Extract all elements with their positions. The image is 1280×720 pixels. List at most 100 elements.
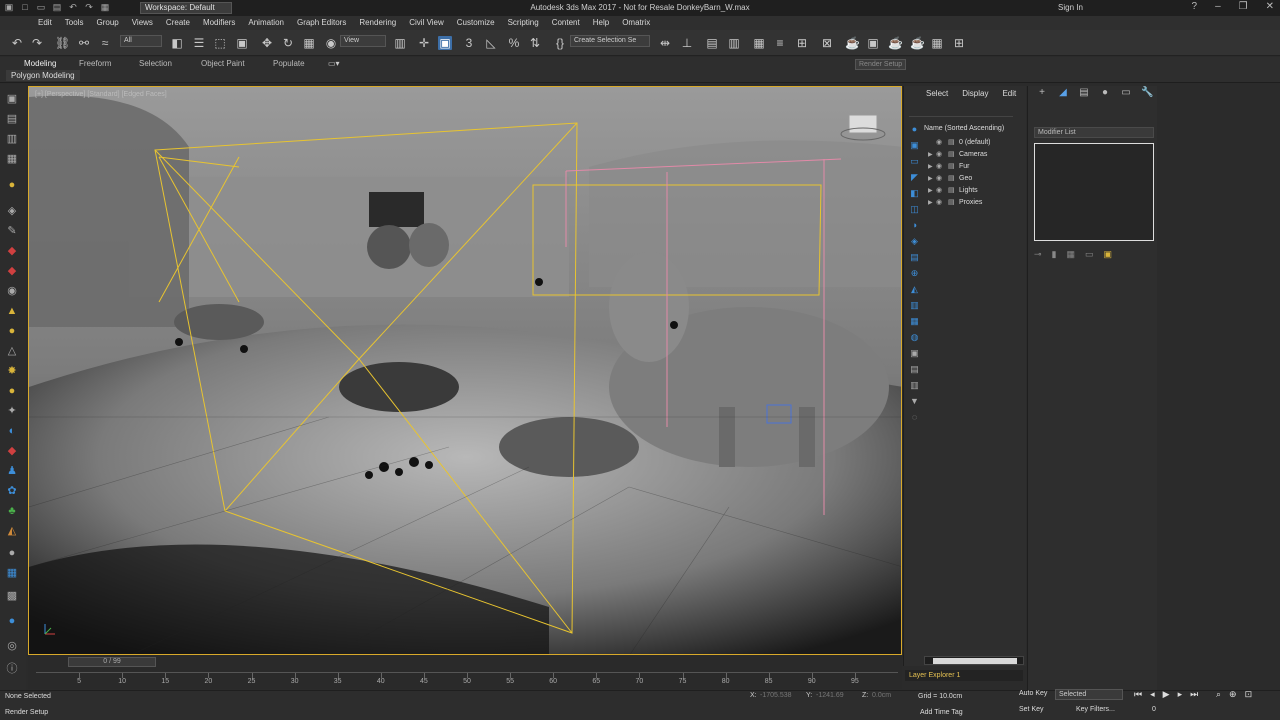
- go-to-end-icon[interactable]: ⏭: [1190, 689, 1198, 700]
- key-mode-dropdown[interactable]: Selected: [1055, 689, 1123, 700]
- menu-group[interactable]: Group: [96, 16, 118, 30]
- container-filter-icon[interactable]: ▥: [909, 300, 920, 311]
- tab-modeling[interactable]: Modeling: [24, 59, 56, 70]
- render-in-cloud-icon[interactable]: ▦: [930, 36, 944, 50]
- window-crossing-icon[interactable]: ▣: [235, 36, 249, 50]
- display-all-icon[interactable]: ▣: [909, 140, 920, 151]
- character-icon[interactable]: ♟: [5, 464, 19, 478]
- menu-tools[interactable]: Tools: [65, 16, 84, 30]
- tab-populate[interactable]: Populate: [273, 59, 305, 70]
- reference-coordinate-dropdown[interactable]: View: [340, 35, 386, 47]
- unlink-icon[interactable]: ⚯: [77, 36, 91, 50]
- expand-arrow-icon[interactable]: ▶: [928, 149, 933, 161]
- light-filter-icon[interactable]: ◧: [909, 188, 920, 199]
- sign-in-link[interactable]: Sign In: [1058, 3, 1083, 12]
- spacewarp-icon[interactable]: ✸: [5, 364, 19, 378]
- visibility-eye-icon[interactable]: ◉: [936, 149, 942, 161]
- modify-icon[interactable]: ▤: [5, 112, 19, 126]
- menu-views[interactable]: Views: [132, 16, 153, 30]
- render-iterative-icon[interactable]: ☕: [910, 36, 925, 50]
- sort-icon[interactable]: ▤: [909, 364, 920, 375]
- schematic-view-icon[interactable]: ⊞: [795, 36, 809, 50]
- grid-icon[interactable]: ▩: [5, 589, 19, 603]
- spacewarp-filter-icon[interactable]: ◈: [909, 236, 920, 247]
- region-select-icon[interactable]: ⬚: [213, 36, 227, 50]
- pin-stack-icon[interactable]: ⊸: [1034, 249, 1042, 260]
- motion-icon[interactable]: ▦: [5, 152, 19, 166]
- helper-icon[interactable]: △: [5, 344, 19, 358]
- named-selection-set-dropdown[interactable]: Create Selection Se: [570, 35, 650, 47]
- frozen-filter-icon[interactable]: ▦: [909, 316, 920, 327]
- zoom-all-icon[interactable]: ⊕: [1229, 689, 1237, 700]
- layer-row[interactable]: ▶ ◉ ▤ Proxies: [924, 197, 1024, 209]
- group-filter-icon[interactable]: ▤: [909, 252, 920, 263]
- menu-omatrix[interactable]: Omatrix: [622, 16, 650, 30]
- keyboard-shortcut-icon[interactable]: ▣: [438, 36, 452, 50]
- hidden-filter-icon[interactable]: ◍: [909, 332, 920, 343]
- hierarchy-tab-icon[interactable]: ▤: [1078, 87, 1090, 98]
- lock-icon[interactable]: ◌: [909, 412, 920, 423]
- menu-edit[interactable]: Edit: [38, 16, 52, 30]
- light-icon[interactable]: ▲: [5, 304, 19, 318]
- hierarchy-icon[interactable]: ▥: [5, 132, 19, 146]
- tab-select[interactable]: Select: [926, 89, 948, 98]
- tab-display[interactable]: Display: [962, 89, 988, 98]
- effect-icon[interactable]: ◆: [5, 264, 19, 278]
- next-frame-icon[interactable]: ▸: [1178, 689, 1183, 700]
- scene-search-field[interactable]: [909, 106, 1013, 117]
- a360-gallery-icon[interactable]: ⊞: [952, 36, 966, 50]
- x-coordinate[interactable]: -1705.538: [760, 692, 792, 699]
- layer-toggle-icon[interactable]: ▣: [909, 348, 920, 359]
- sun-icon[interactable]: ●: [5, 178, 19, 192]
- cloth-icon[interactable]: ◆: [5, 444, 19, 458]
- scrollbar-thumb[interactable]: [933, 658, 1017, 664]
- redo-icon[interactable]: ↷: [30, 36, 44, 50]
- help-icon[interactable]: ?: [1192, 1, 1198, 12]
- tab-edit[interactable]: Edit: [1002, 89, 1016, 98]
- go-to-start-icon[interactable]: ⏮: [1134, 689, 1142, 700]
- modifier-list-dropdown[interactable]: Modifier List: [1034, 127, 1154, 138]
- utilities-tab-icon[interactable]: 🔧: [1141, 87, 1153, 98]
- pivot-center-icon[interactable]: ▥: [393, 36, 407, 50]
- current-frame-field[interactable]: 0: [1152, 706, 1156, 717]
- visibility-eye-icon[interactable]: ◉: [936, 173, 942, 185]
- script-icon[interactable]: ●: [5, 614, 19, 628]
- zoom-extents-icon[interactable]: ⊡: [1245, 689, 1253, 700]
- menu-animation[interactable]: Animation: [248, 16, 284, 30]
- expand-arrow-icon[interactable]: ▶: [928, 197, 933, 209]
- bone-filter-icon[interactable]: ◭: [909, 284, 920, 295]
- sphere-icon[interactable]: ●: [5, 546, 19, 560]
- mirror-icon[interactable]: ⇹: [658, 36, 672, 50]
- angle-snap-icon[interactable]: ◺: [484, 36, 498, 50]
- terrain-icon[interactable]: ◭: [5, 524, 19, 538]
- visibility-eye-icon[interactable]: ◉: [936, 137, 942, 149]
- menu-scripting[interactable]: Scripting: [508, 16, 539, 30]
- menu-content[interactable]: Content: [552, 16, 580, 30]
- tab-selection[interactable]: Selection: [139, 59, 172, 70]
- geometry-filter-icon[interactable]: ▭: [909, 156, 920, 167]
- select-by-name-icon[interactable]: ☰: [192, 36, 206, 50]
- xref-filter-icon[interactable]: ⊕: [909, 268, 920, 279]
- previous-frame-icon[interactable]: ◂: [1150, 689, 1155, 700]
- visibility-eye-icon[interactable]: ◉: [936, 185, 942, 197]
- link-icon[interactable]: ⛓: [55, 36, 70, 50]
- add-time-tag[interactable]: Add Time Tag: [920, 709, 963, 716]
- material-editor-icon[interactable]: ⊠: [820, 36, 834, 50]
- modifier-stack[interactable]: [1034, 143, 1154, 241]
- system-icon[interactable]: ●: [5, 384, 19, 398]
- menu-civil-view[interactable]: Civil View: [409, 16, 444, 30]
- menu-help[interactable]: Help: [593, 16, 609, 30]
- select-object-icon[interactable]: ◧: [170, 36, 184, 50]
- snap-toggle-icon[interactable]: 3: [462, 36, 476, 50]
- make-unique-icon[interactable]: ▦: [1067, 249, 1076, 260]
- layer-row[interactable]: ▶ ◉ ▤ Fur: [924, 161, 1024, 173]
- create-icon[interactable]: ▣: [5, 92, 19, 106]
- move-icon[interactable]: ✥: [260, 36, 274, 50]
- expand-arrow-icon[interactable]: ▶: [928, 185, 933, 197]
- find-icon[interactable]: ▥: [909, 380, 920, 391]
- layer-row[interactable]: ▶ ◉ ▤ Cameras: [924, 149, 1024, 161]
- track-bar[interactable]: 5 10 15 20 25 30 35 40 45 50 55 60 65 70 75 80 85 90 95: [36, 672, 898, 687]
- align-icon[interactable]: ⊥: [680, 36, 694, 50]
- tool-icon[interactable]: ◈: [5, 204, 19, 218]
- toggle-layer-explorer-icon[interactable]: ▥: [727, 36, 741, 50]
